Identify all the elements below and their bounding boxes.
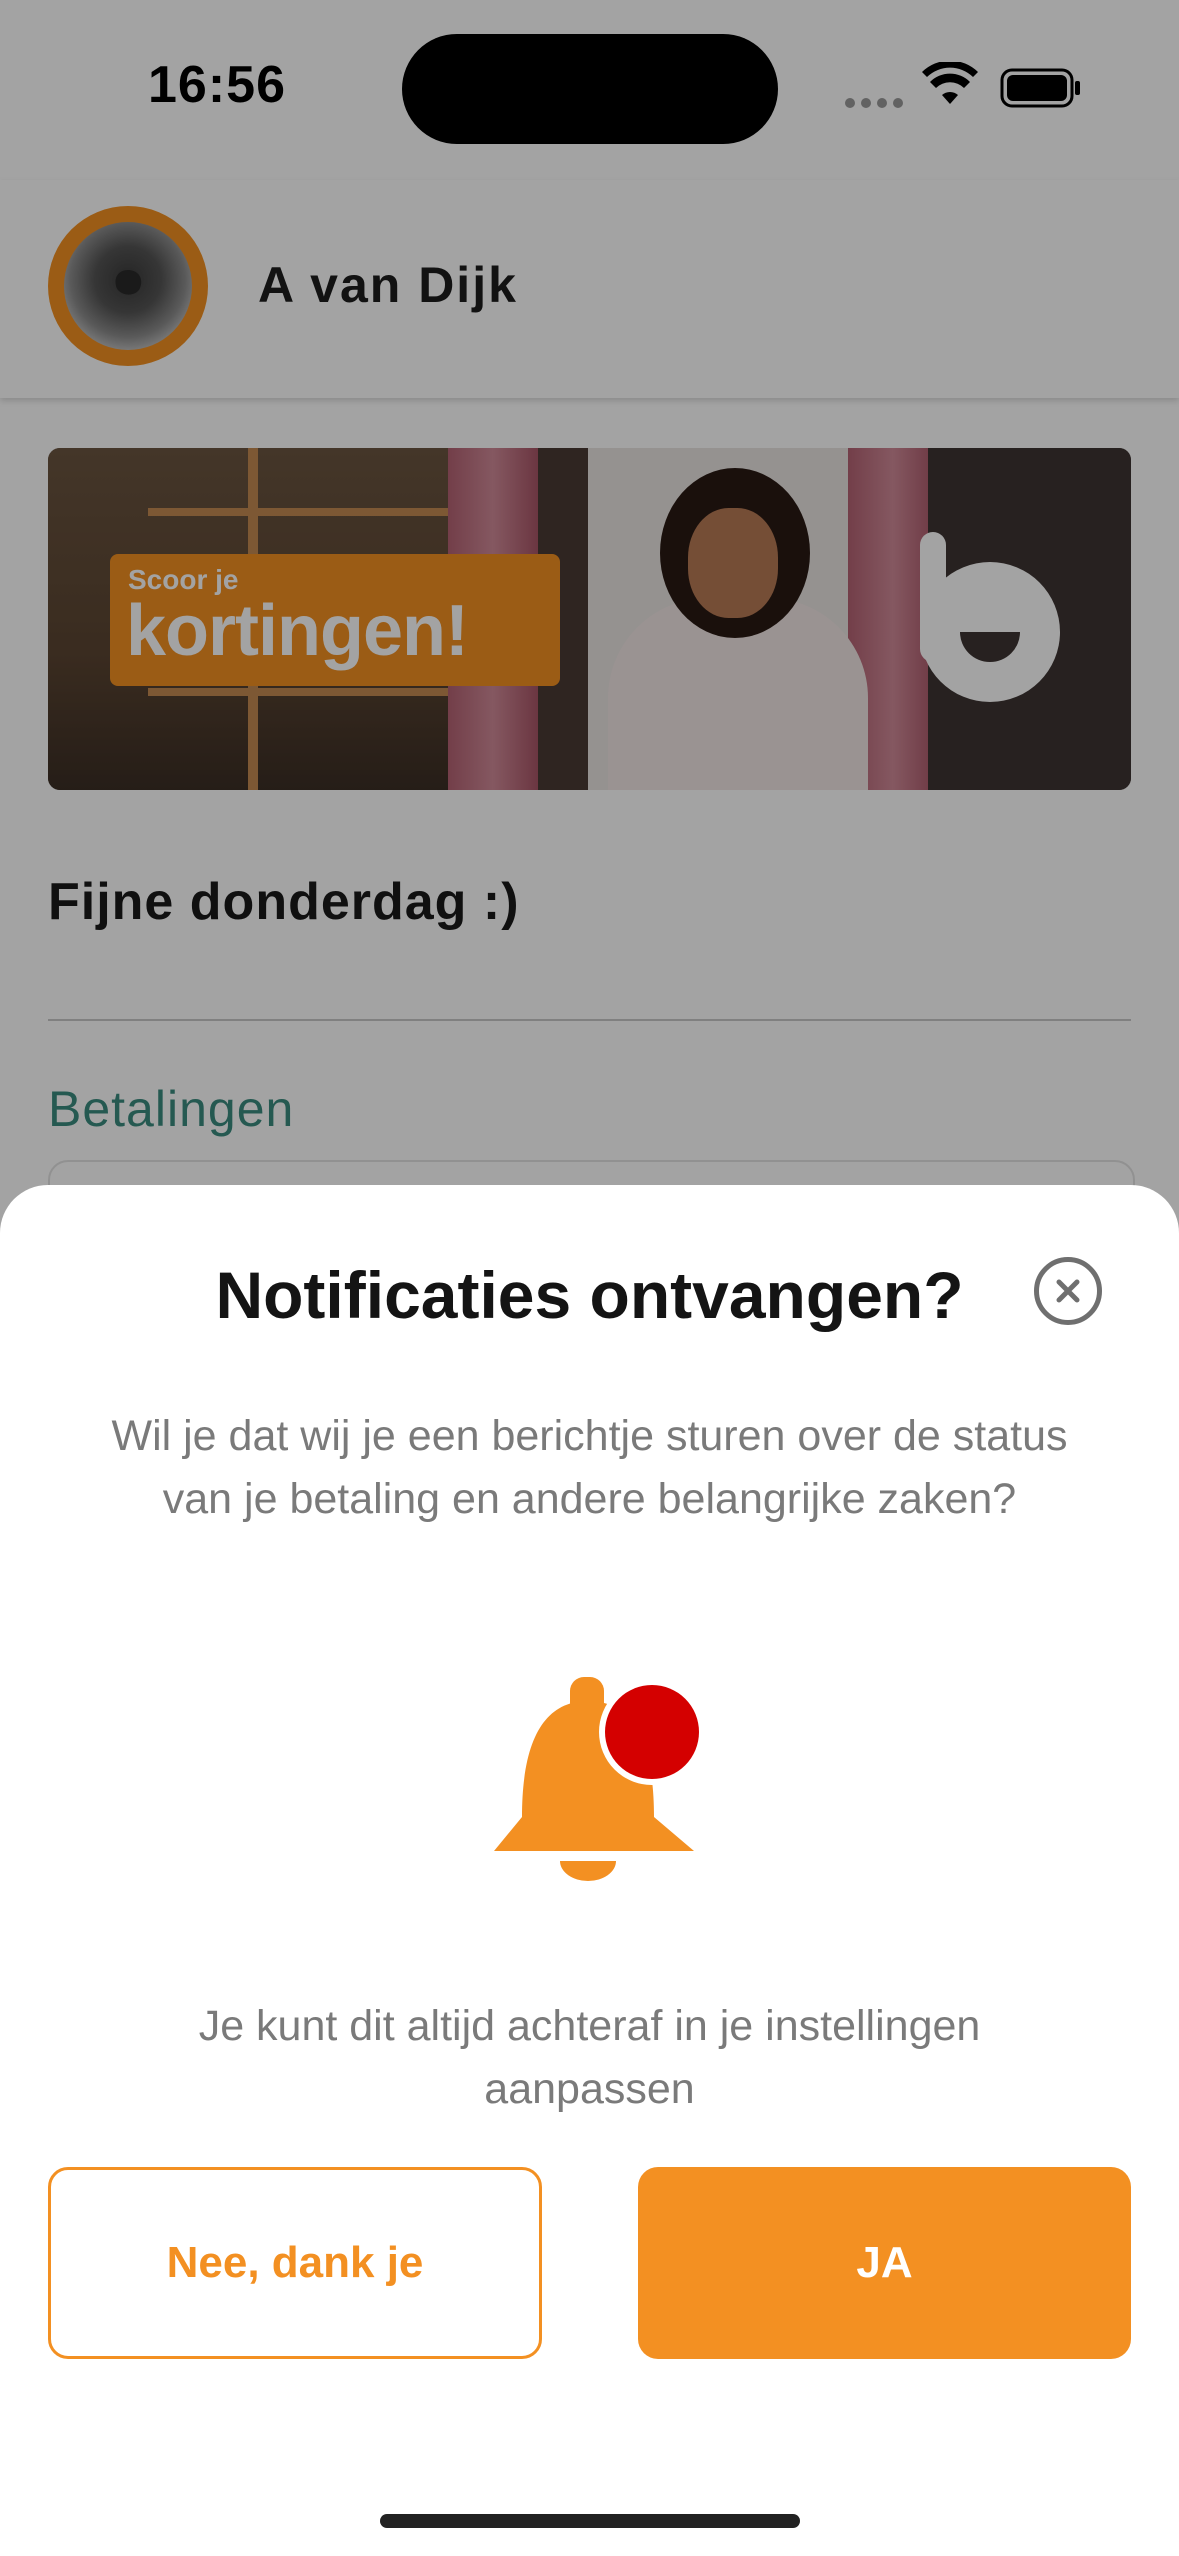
sheet-body: Wil je dat wij je een berichtje sturen o…	[111, 1412, 1068, 1523]
home-indicator[interactable]	[380, 2514, 800, 2528]
sheet-title: Notificaties ontvangen?	[215, 1258, 964, 1332]
close-button[interactable]	[1034, 1257, 1102, 1325]
accept-button[interactable]: JA	[638, 2167, 1131, 2359]
notification-permission-sheet: Notificaties ontvangen? Wil je dat wij j…	[0, 1185, 1179, 2556]
close-icon	[1056, 1279, 1080, 1303]
sheet-hint: Je kunt dit altijd achteraf in je instel…	[198, 2002, 981, 2113]
decline-button[interactable]: Nee, dank je	[48, 2167, 542, 2359]
bell-icon	[494, 1677, 714, 1922]
